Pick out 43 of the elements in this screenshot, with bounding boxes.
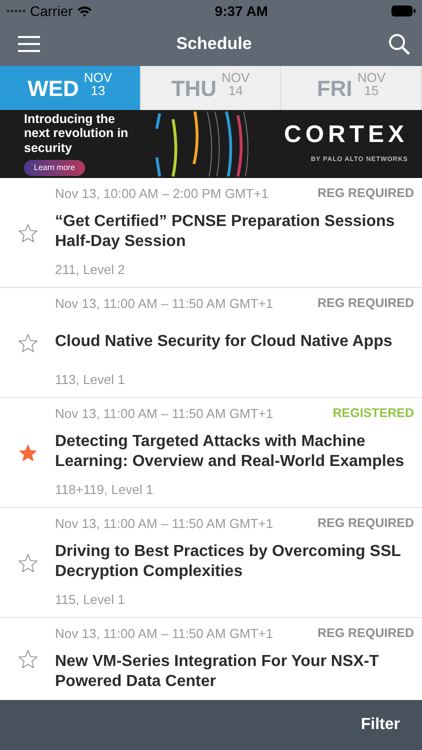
carrier-name: Carrier: [30, 2, 73, 20]
session-row[interactable]: Nov 13, 11:00 AM – 11:50 AM GMT+1 REG REQUIRED Cloud Native Security for Cloud Native Apps 113, Level 1: [0, 288, 422, 398]
registration-status: REG REQUIRED: [317, 625, 414, 642]
search-button[interactable]: [388, 33, 410, 55]
filter-button[interactable]: Filter: [360, 713, 400, 737]
session-row[interactable]: Nov 13, 11:00 AM – 11:50 AM GMT+1 REGISTERED Detecting Targeted Attacks with Machine Learning: Overview and Real-World Examples 118+119, Level 1: [0, 398, 422, 508]
session-time: Nov 13, 10:00 AM – 2:00 PM GMT+1: [55, 185, 269, 203]
session-time: Nov 13, 11:00 AM – 11:50 AM GMT+1: [55, 625, 274, 643]
session-title: Driving to Best Practices by Overcoming SSL Decryption Complexities: [55, 542, 402, 582]
session-row[interactable]: Nov 13, 11:00 AM – 11:50 AM GMT+1 REG REQUIRED New VM-Series Integration For Your NSX-T Powered Data Center: [0, 618, 422, 700]
battery-icon: [390, 5, 416, 17]
star-icon: [18, 552, 38, 572]
star-icon: [18, 442, 38, 462]
session-time: Nov 13, 11:00 AM – 11:50 AM GMT+1: [55, 515, 274, 533]
registration-status: REG REQUIRED: [317, 295, 414, 312]
star-icon: [18, 332, 38, 352]
registration-status: REG REQUIRED: [317, 515, 414, 532]
menu-button[interactable]: [18, 35, 40, 53]
session-location: 118+119, Level 1: [55, 480, 154, 498]
banner-headline: Introducing the next revolution in security: [24, 112, 130, 156]
session-title: Cloud Native Security for Cloud Native Apps: [55, 332, 392, 352]
registration-status: REG REQUIRED: [317, 185, 414, 202]
session-time: Nov 13, 11:00 AM – 11:50 AM GMT+1: [55, 405, 274, 423]
wifi-icon: [76, 6, 92, 16]
learn-more-button[interactable]: Learn more: [24, 160, 85, 176]
session-row[interactable]: Nov 13, 11:00 AM – 11:50 AM GMT+1 REG REQUIRED Driving to Best Practices by Overcoming SSL Decryption Complexities 115, Level 1: [0, 508, 422, 618]
signal-icon: [6, 9, 26, 13]
session-row[interactable]: Nov 13, 10:00 AM – 2:00 PM GMT+1 REG REQUIRED “Get Certified” PCNSE Preparation Sessions Half-Day Session 211, Level 2: [0, 178, 422, 288]
session-title: New VM-Series Integration For Your NSX-T Powered Data Center: [55, 652, 380, 692]
star-icon: [18, 222, 38, 242]
session-location: 113, Level 1: [55, 370, 126, 388]
session-time: Nov 13, 11:00 AM – 11:50 AM GMT+1: [55, 295, 274, 313]
star-icon: [18, 649, 38, 669]
search-icon: [388, 33, 410, 55]
brand-logo: CORTEX: [284, 123, 408, 148]
session-title: “Get Certified” PCNSE Preparation Sessions Half-Day Session: [55, 212, 396, 252]
registration-status: REGISTERED: [332, 405, 414, 422]
menu-icon: [18, 35, 40, 53]
session-location: 115, Level 1: [55, 590, 126, 608]
session-title: Detecting Targeted Attacks with Machine Learning: Overview and Real-World Examples: [55, 432, 406, 472]
status-time: 9:37 AM: [214, 2, 268, 20]
screen-title: Schedule: [176, 34, 252, 54]
session-location: 211, Level 2: [55, 260, 126, 278]
